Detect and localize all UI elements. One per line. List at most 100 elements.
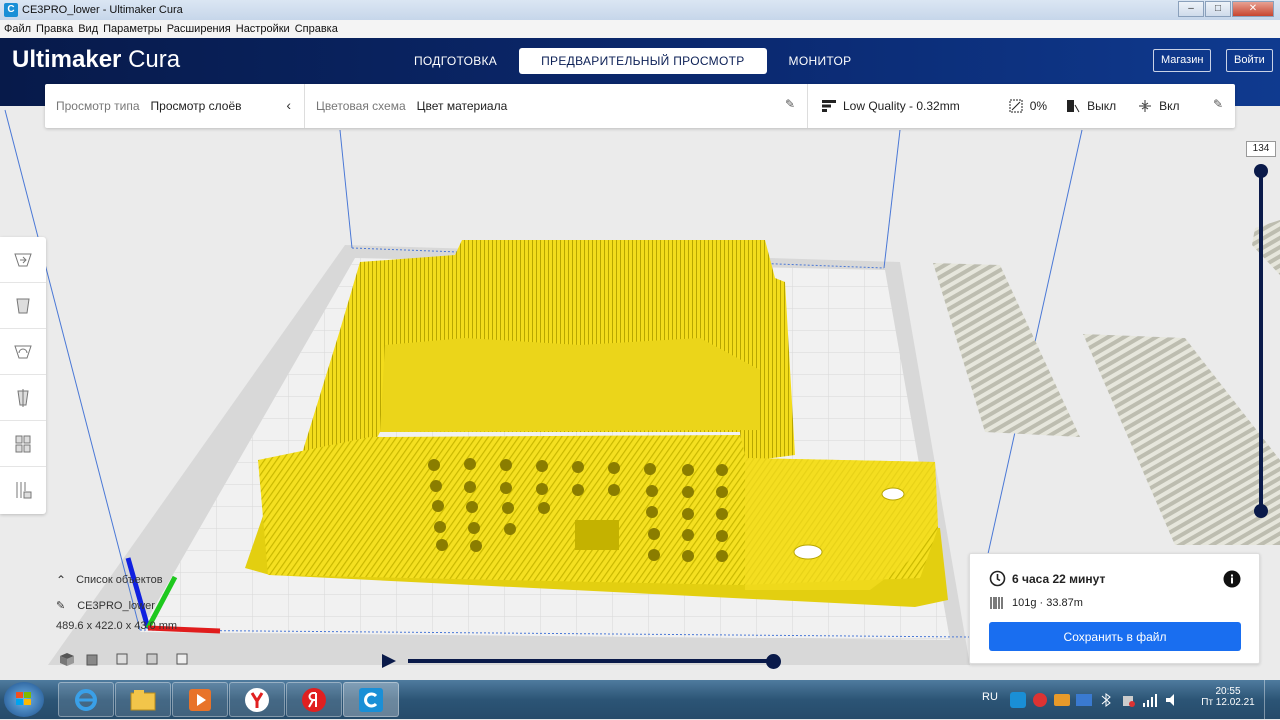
info-icon[interactable] — [1223, 570, 1241, 591]
taskbar-cura[interactable] — [343, 682, 399, 717]
menu-bar: Файл Правка Вид Параметры Расширения Нас… — [0, 20, 1280, 38]
window-title: CE3PRO_lower - Ultimaker Cura — [22, 4, 183, 16]
support-value: Выкл — [1087, 99, 1117, 113]
marketplace-button[interactable]: Магазин — [1153, 49, 1212, 72]
support-blocker-icon — [16, 482, 32, 499]
signin-button[interactable]: Войти — [1226, 49, 1273, 72]
volume-icon[interactable] — [1164, 692, 1180, 708]
rotate-tool-button[interactable] — [0, 329, 46, 375]
windows-taskbar: RU 20:55 Пт 12.02.21 — [0, 680, 1280, 719]
tab-monitor[interactable]: МОНИТОР — [767, 48, 874, 74]
support-blocker-button[interactable] — [0, 467, 46, 513]
per-model-settings-button[interactable] — [0, 421, 46, 467]
move-icon — [14, 253, 32, 266]
display-tray-icon[interactable] — [1076, 692, 1092, 708]
material-usage: 101g · 33.87m — [1012, 597, 1083, 609]
maximize-button[interactable]: □ — [1205, 1, 1231, 17]
taskbar-explorer[interactable] — [115, 682, 171, 717]
play-simulation-button[interactable] — [380, 653, 398, 672]
path-slider-handle[interactable] — [766, 654, 781, 669]
support-icon — [1067, 100, 1080, 113]
infill-icon — [1009, 99, 1023, 113]
safely-remove-icon[interactable] — [1120, 692, 1136, 708]
chevron-left-icon[interactable]: ‹ — [286, 97, 291, 113]
menu-edit[interactable]: Правка — [36, 23, 73, 35]
menu-settings[interactable]: Параметры — [103, 23, 162, 35]
internet-explorer-icon — [75, 688, 97, 711]
view-type-selector[interactable]: Просмотр типа Просмотр слоёв ‹ — [45, 84, 305, 128]
view-settings-bar: Просмотр типа Просмотр слоёв ‹ Цветовая … — [45, 84, 1235, 128]
network-signal-icon[interactable] — [1142, 692, 1158, 708]
logo-main: Ultimaker — [12, 46, 122, 73]
layer-slider[interactable]: 134 — [1244, 141, 1280, 521]
tab-preview[interactable]: ПРЕДВАРИТЕЛЬНЫЙ ПРОСМОТР — [519, 48, 767, 74]
chevron-up-icon[interactable]: ⌃ — [56, 573, 66, 587]
color-scheme-selector[interactable]: Цветовая схема Цвет материала ✎ — [305, 84, 808, 128]
cura-logo: Ultimaker Cura — [12, 46, 180, 74]
left-view-icon[interactable] — [137, 651, 167, 667]
scale-icon — [16, 298, 30, 313]
material-spool-icon — [990, 597, 1003, 609]
print-settings-summary[interactable]: Low Quality - 0.32mm 0% Выкл Вкл ✎ — [808, 84, 1235, 128]
layer-slider-track[interactable] — [1259, 170, 1263, 511]
layer-slider-top-handle[interactable] — [1254, 164, 1268, 178]
object-name[interactable]: CE3PRO_lower — [77, 600, 155, 612]
keyboard-tray-icon[interactable] — [1054, 692, 1070, 708]
front-view-icon[interactable] — [77, 651, 107, 667]
windows-logo-icon — [16, 692, 31, 705]
3d-viewport[interactable]: 134 ⌃ Список объектов ✎ CE3PRO_lower 489… — [0, 106, 1280, 680]
menu-file[interactable]: Файл — [4, 23, 31, 35]
cura-tray-icon[interactable] — [1010, 692, 1026, 708]
play-icon — [382, 654, 396, 668]
quality-icon — [822, 100, 836, 112]
antivirus-tray-icon[interactable] — [1032, 692, 1048, 708]
system-tray — [1010, 692, 1180, 708]
bluetooth-icon[interactable] — [1098, 692, 1114, 708]
clock-time: 20:55 — [1215, 686, 1241, 697]
color-scheme-label: Цветовая схема — [316, 99, 406, 113]
object-list: ⌃ Список объектов ✎ CE3PRO_lower 489.6 x… — [56, 573, 177, 632]
clock-date: Пт 12.02.21 — [1201, 697, 1255, 708]
start-button[interactable] — [4, 682, 44, 717]
left-toolbar — [0, 237, 46, 514]
media-player-icon — [189, 688, 211, 711]
object-list-toggle[interactable]: Список объектов — [76, 574, 163, 586]
window-title-bar: C CE3PRO_lower - Ultimaker Cura – □ ✕ — [0, 0, 1280, 20]
yandex-icon — [302, 687, 326, 712]
close-button[interactable]: ✕ — [1232, 1, 1274, 17]
taskbar-media-player[interactable] — [172, 682, 228, 717]
mirror-tool-button[interactable] — [0, 375, 46, 421]
view-type-label: Просмотр типа — [56, 99, 140, 113]
pencil-icon[interactable]: ✎ — [785, 97, 795, 111]
minimize-button[interactable]: – — [1178, 1, 1204, 17]
right-view-icon[interactable] — [167, 651, 197, 667]
top-view-icon[interactable] — [107, 651, 137, 667]
move-tool-button[interactable] — [0, 237, 46, 283]
save-to-file-button[interactable]: Сохранить в файл — [989, 622, 1241, 651]
taskbar-yandex-browser[interactable] — [229, 682, 285, 717]
menu-view[interactable]: Вид — [78, 23, 98, 35]
pencil-icon[interactable]: ✎ — [1213, 97, 1223, 111]
adhesion-value: Вкл — [1159, 99, 1180, 113]
clock[interactable]: 20:55 Пт 12.02.21 — [1200, 686, 1256, 708]
3d-view-icon[interactable] — [57, 651, 77, 667]
tab-prepare[interactable]: ПОДГОТОВКА — [392, 48, 519, 74]
menu-help[interactable]: Справка — [295, 23, 338, 35]
rotate-icon — [14, 345, 32, 358]
scale-tool-button[interactable] — [0, 283, 46, 329]
menu-extensions[interactable]: Расширения — [167, 23, 231, 35]
print-info-panel: 6 часа 22 минут 101g · 33.87m Сохранить … — [969, 553, 1260, 664]
taskbar-ie[interactable] — [58, 682, 114, 717]
infill-value: 0% — [1029, 99, 1048, 113]
language-indicator[interactable]: RU — [982, 691, 998, 703]
show-desktop-button[interactable] — [1264, 680, 1280, 719]
cura-app-icon: C — [4, 3, 18, 17]
print-time: 6 часа 22 минут — [1012, 571, 1106, 586]
path-slider-track[interactable] — [408, 659, 774, 663]
layer-number-input[interactable]: 134 — [1246, 141, 1276, 157]
clock-icon — [989, 570, 1006, 587]
menu-preferences[interactable]: Настройки — [236, 23, 290, 35]
pencil-icon[interactable]: ✎ — [56, 599, 65, 612]
layer-slider-bottom-handle[interactable] — [1254, 504, 1268, 518]
taskbar-yandex[interactable] — [286, 682, 342, 717]
